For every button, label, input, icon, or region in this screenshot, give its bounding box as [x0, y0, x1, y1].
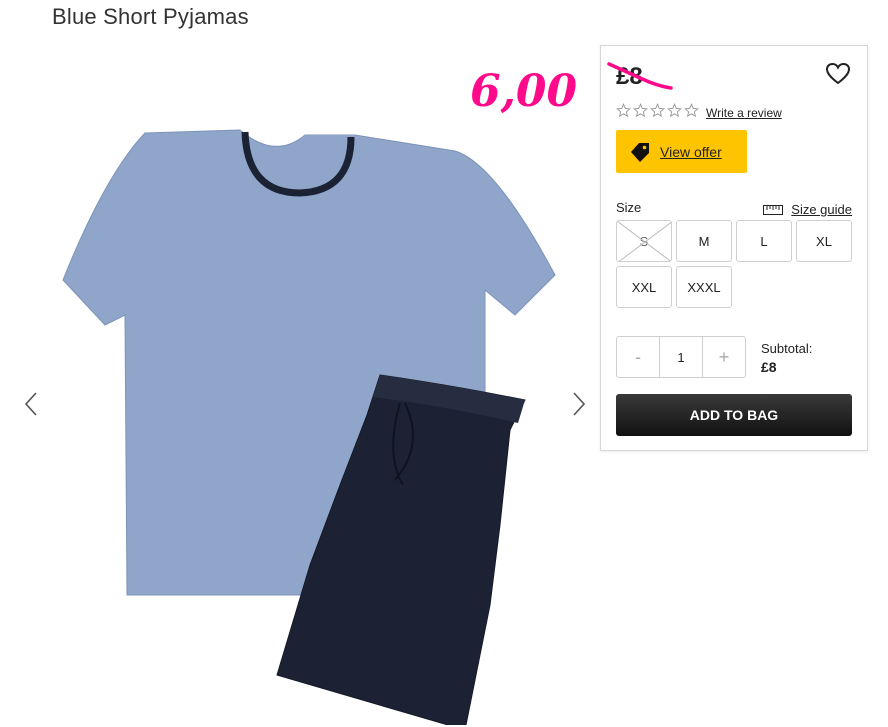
quantity-input[interactable]: 1 — [659, 337, 703, 377]
size-option-s[interactable]: S — [616, 220, 672, 262]
size-label: Size — [616, 200, 642, 215]
view-offer-label: View offer — [660, 143, 722, 160]
product-image — [62, 129, 556, 725]
size-option-label: XXL — [631, 279, 657, 295]
size-guide-link[interactable]: Size guide — [763, 202, 852, 217]
promo-price: 6,00 — [470, 66, 578, 117]
size-option-label: M — [698, 233, 710, 249]
star-icon — [616, 103, 631, 118]
size-option-xxxl[interactable]: XXXL — [676, 266, 732, 308]
subtotal-label: Subtotal: — [761, 341, 813, 356]
subtotal: Subtotal: £8 — [761, 341, 812, 375]
size-option-label: XXXL — [687, 279, 721, 295]
size-option-m[interactable]: M — [676, 220, 732, 262]
page-title: Blue Short Pyjamas — [52, 4, 249, 29]
size-option-xxl[interactable]: XXL — [616, 266, 672, 308]
tag-icon — [631, 142, 649, 162]
size-option-label: L — [760, 233, 768, 249]
quantity-increase-button[interactable]: + — [703, 337, 745, 377]
gallery-next-button[interactable] — [568, 388, 590, 420]
buy-box: £8 Write a review View offer Size Size g… — [600, 45, 868, 451]
size-guide-label: Size guide — [791, 202, 852, 217]
chevron-left-icon — [24, 392, 37, 416]
view-offer-button[interactable]: View offer — [616, 130, 747, 173]
subtotal-amount: £8 — [761, 359, 777, 375]
size-option-xl[interactable]: XL — [796, 220, 852, 262]
unavailable-cross-icon — [617, 221, 671, 261]
quantity-decrease-button[interactable]: - — [617, 337, 659, 377]
chevron-right-icon — [573, 392, 586, 416]
star-icon — [650, 103, 665, 118]
gallery-prev-button[interactable] — [20, 388, 42, 420]
size-option-label: XL — [816, 233, 832, 249]
price-strike-mark — [607, 62, 673, 90]
quantity-stepper: - 1 + — [616, 336, 746, 378]
add-to-bag-button[interactable]: ADD TO BAG — [616, 394, 852, 436]
ruler-icon — [763, 204, 784, 215]
write-review-link[interactable]: Write a review — [706, 106, 782, 120]
star-icon — [633, 103, 648, 118]
product-page: Blue Short Pyjamas 6,00 £8 Write a revie… — [0, 0, 888, 727]
rating-row: Write a review — [616, 103, 782, 123]
star-icon — [667, 103, 682, 118]
wishlist-button[interactable] — [825, 62, 851, 91]
size-option-l[interactable]: L — [736, 220, 792, 262]
heart-icon — [825, 62, 851, 85]
star-icon — [684, 103, 699, 118]
product-gallery — [0, 40, 600, 727]
star-rating — [616, 103, 701, 123]
